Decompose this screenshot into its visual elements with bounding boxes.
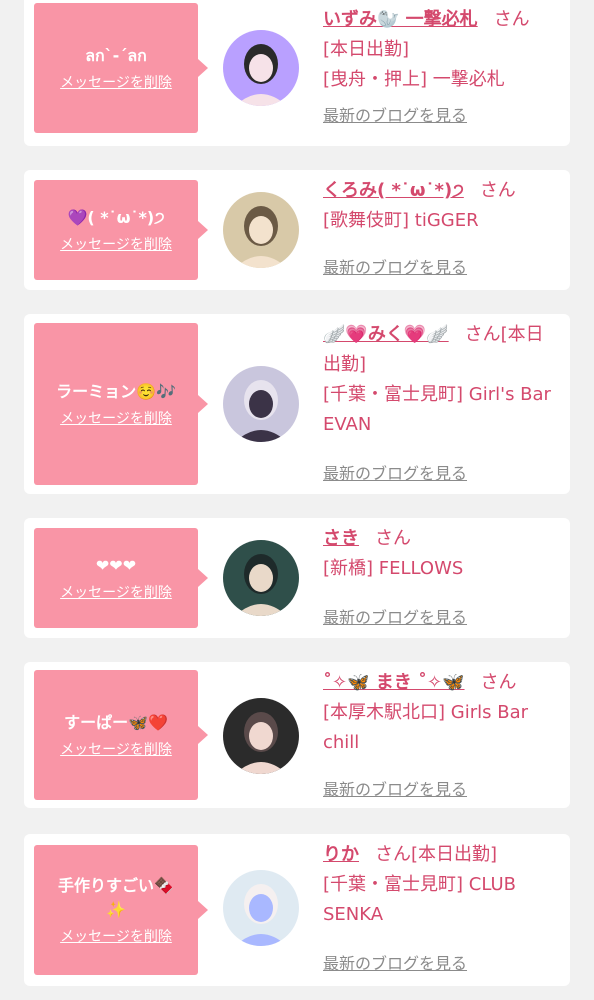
profile-name-link[interactable]: くろみ( *˙ω˙*)੭ [323, 180, 464, 201]
profile-detail: [本厚木駅北口] Girls Bar chill [323, 702, 528, 753]
message-card: ลก`-ˊลก メッセージを削除 いずみ🦭 一撃必札 さん [本日出勤] [曳舟・押上] … [24, 0, 570, 146]
message-text: 💜( *˙ω˙*)੭ [67, 208, 165, 227]
profile-detail: [本日出勤] [323, 39, 410, 60]
message-bubble: 💜( *˙ω˙*)੭ メッセージを削除 [34, 180, 208, 280]
latest-blog-link[interactable]: 最新のブログを見る [323, 604, 467, 628]
latest-blog-link[interactable]: 最新のブログを見る [323, 950, 467, 974]
message-bubble: すーぱー🦋❤️ メッセージを削除 [34, 670, 208, 800]
honorific-text: さん [375, 528, 411, 549]
profile-name-link[interactable]: りか [323, 844, 359, 865]
message-card: ラーミョン☺️🎶 メッセージを削除 🪽💗みく💗🪽 さん[本日出勤] [千葉・富士見町] … [24, 314, 570, 494]
message-card: ❤❤❤ メッセージを削除 さき さん [新橋] FELLOWS 最新のブログを見る [24, 518, 570, 638]
delete-message-link[interactable]: メッセージを削除 [60, 234, 172, 254]
latest-blog-link[interactable]: 最新のブログを見る [323, 776, 467, 800]
honorific-text: さん[本日出勤] [375, 844, 498, 865]
avatar[interactable] [223, 366, 299, 442]
avatar[interactable] [223, 540, 299, 616]
profile-detail: [千葉・富士見町] CLUB SENKA [323, 874, 516, 925]
profile-detail: [千葉・富士見町] Girl's Bar EVAN [323, 384, 551, 435]
honorific-text: さん [480, 672, 517, 693]
message-card: すーぱー🦋❤️ メッセージを削除 ˚✧🦋 まき ˚✧🦋 さん [本厚木駅北口] Girl… [24, 662, 570, 808]
message-text: すーぱー🦋❤️ [64, 713, 168, 732]
delete-message-link[interactable]: メッセージを削除 [60, 408, 172, 428]
profile-info: いずみ🦭 一撃必札 さん [本日出勤] [曳舟・押上] 一撃必札 [323, 5, 553, 95]
message-card: 💜( *˙ω˙*)੭ メッセージを削除 くろみ( *˙ω˙*)੭ さん [歌舞伎町] t… [24, 170, 570, 290]
message-bubble: 手作りすごい🍫✨ メッセージを削除 [34, 845, 208, 975]
message-text: ลก`-ˊลก [85, 46, 147, 65]
profile-detail: [曳舟・押上] 一撃必札 [323, 69, 505, 90]
profile-name-link[interactable]: ˚✧🦋 まき ˚✧🦋 [323, 672, 465, 693]
latest-blog-link[interactable]: 最新のブログを見る [323, 254, 467, 278]
avatar[interactable] [223, 30, 299, 106]
delete-message-link[interactable]: メッセージを削除 [60, 582, 172, 602]
profile-info: 🪽💗みく💗🪽 さん[本日出勤] [千葉・富士見町] Girl's Bar EVAN [323, 320, 553, 440]
message-bubble: ラーミョン☺️🎶 メッセージを削除 [34, 323, 208, 485]
message-bubble: ❤❤❤ メッセージを削除 [34, 528, 208, 628]
delete-message-link[interactable]: メッセージを削除 [60, 926, 172, 946]
latest-blog-link[interactable]: 最新のブログを見る [323, 460, 467, 484]
message-bubble: ลก`-ˊลก メッセージを削除 [34, 3, 208, 133]
avatar[interactable] [223, 870, 299, 946]
delete-message-link[interactable]: メッセージを削除 [60, 72, 172, 92]
profile-info: りか さん[本日出勤] [千葉・富士見町] CLUB SENKA [323, 840, 553, 930]
message-card: 手作りすごい🍫✨ メッセージを削除 りか さん[本日出勤] [千葉・富士見町] CLUB… [24, 834, 570, 986]
profile-name-link[interactable]: 🪽💗みく💗🪽 [323, 324, 449, 345]
latest-blog-link[interactable]: 最新のブログを見る [323, 102, 467, 126]
avatar[interactable] [223, 192, 299, 268]
profile-name-link[interactable]: いずみ🦭 一撃必札 [323, 9, 478, 30]
message-text: ラーミョン☺️🎶 [56, 382, 176, 401]
avatar[interactable] [223, 698, 299, 774]
message-text: 手作りすごい🍫✨ [58, 876, 174, 919]
profile-info: さき さん [新橋] FELLOWS [323, 524, 553, 584]
profile-name-link[interactable]: さき [323, 528, 359, 549]
profile-detail: [新橋] FELLOWS [323, 558, 464, 579]
message-text: ❤❤❤ [95, 556, 137, 575]
delete-message-link[interactable]: メッセージを削除 [60, 739, 172, 759]
profile-info: くろみ( *˙ω˙*)੭ さん [歌舞伎町] tiGGER [323, 176, 553, 236]
honorific-text: さん [479, 180, 516, 201]
profile-info: ˚✧🦋 まき ˚✧🦋 さん [本厚木駅北口] Girls Bar chill [323, 668, 553, 758]
profile-detail: [歌舞伎町] tiGGER [323, 210, 479, 231]
honorific-text: さん [493, 9, 530, 30]
